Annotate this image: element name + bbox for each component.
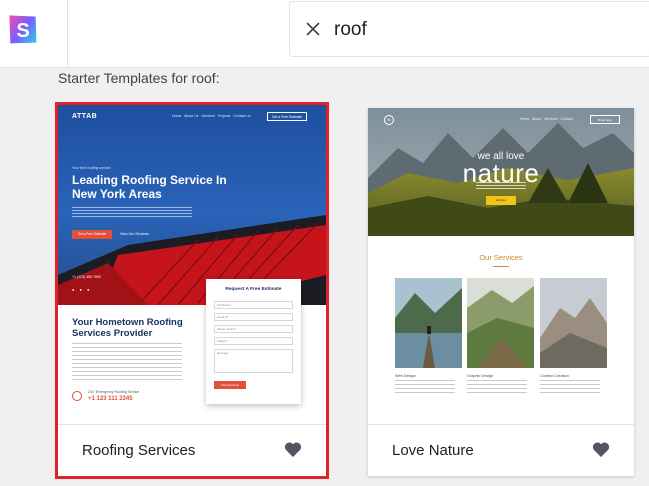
roofing-nav: ATTAB Home About Us Services Projects Co…: [72, 112, 312, 123]
service-image: [467, 278, 534, 368]
clear-search-icon[interactable]: [304, 20, 322, 38]
nav-link: Contact Us: [233, 114, 251, 118]
template-preview-nature[interactable]: N Home About Services Contact Book Now w…: [368, 108, 634, 424]
divider: [493, 266, 509, 267]
template-card-nature[interactable]: N Home About Services Contact Book Now w…: [368, 108, 634, 476]
roofing-phone-top: +1 (123) 456 7890: [72, 275, 101, 279]
service-image: [395, 278, 462, 368]
roofing-tagline: Your best roofing service: [72, 166, 111, 170]
roofing-cta-primary: Get a Free Estimate: [72, 230, 112, 239]
form-submit: Send Request: [214, 381, 246, 389]
nature-button: Explore: [486, 196, 516, 205]
nav-link: Services: [201, 114, 215, 118]
form-field: Full Name*: [214, 301, 293, 309]
roofing-headline: Leading Roofing Service In New York Area…: [72, 173, 227, 201]
nav-link: Contact: [560, 117, 573, 121]
search-input[interactable]: [334, 14, 634, 46]
roofing-section-title: Your Hometown Roofing Services Provider: [72, 317, 183, 339]
roofing-hero: ATTAB Home About Us Services Projects Co…: [58, 105, 326, 305]
svg-text:S: S: [16, 20, 29, 42]
roofing-section-text: [72, 343, 182, 383]
nature-nav-links: Home About Services Contact: [520, 117, 573, 121]
service-image-graphic-design: [467, 278, 534, 368]
heart-icon[interactable]: [284, 441, 302, 458]
form-field: Email ID*: [214, 313, 293, 321]
results-heading: Starter Templates for roof:: [58, 70, 220, 86]
card-footer: Love Nature: [368, 424, 634, 476]
service-image-content-creation: [540, 278, 607, 368]
social-icons: ● ● ●: [72, 287, 92, 292]
nav-link: About: [532, 117, 542, 121]
nav-link: Home: [520, 117, 530, 121]
nature-logo: N: [384, 115, 394, 125]
service-caption: Graphic Design: [467, 374, 494, 378]
roofing-nav-links: Home About Us Services Projects Contact …: [172, 114, 251, 118]
nature-subtext: [476, 182, 526, 190]
service-text: [467, 380, 527, 394]
form-field: Subject*: [214, 337, 293, 345]
card-title[interactable]: Love Nature: [392, 442, 474, 459]
roofing-intro-text: [72, 207, 192, 219]
card-footer: Roofing Services: [58, 424, 326, 476]
roofing-cta-secondary: View Our Services: [120, 232, 149, 236]
roofing-estimate-form: Request A Free Estimate Full Name* Email…: [206, 279, 301, 404]
nav-link: Home: [172, 114, 182, 118]
heart-icon[interactable]: [592, 441, 610, 458]
top-bar: S: [0, 0, 649, 68]
nav-link: Projects: [217, 114, 231, 118]
search-box: [289, 1, 649, 57]
form-field: Phone number*: [214, 325, 293, 333]
service-text: [395, 380, 455, 394]
service-image: [540, 278, 607, 368]
nature-nav: N Home About Services Contact Book Now: [384, 115, 620, 125]
roofing-nav-button: Get a Free Estimate: [267, 112, 307, 121]
app-logo-icon[interactable]: S: [3, 10, 43, 50]
service-text: [540, 380, 600, 394]
form-title: Request A Free Estimate: [225, 287, 282, 292]
template-preview-roofing[interactable]: ATTAB Home About Us Services Projects Co…: [58, 105, 326, 424]
service-caption: Web Design: [395, 374, 416, 378]
logo-cell: S: [0, 0, 68, 68]
nature-services-title: Our Services: [479, 253, 523, 262]
template-card-roofing[interactable]: ATTAB Home About Us Services Projects Co…: [55, 102, 329, 479]
service-caption: Content Creation: [540, 374, 569, 378]
nature-nav-button: Book Now: [590, 115, 620, 124]
roofing-call-label: 24/7 Emergency Roofing Service: [88, 390, 140, 394]
nav-link: Services: [544, 117, 558, 121]
form-message: Message: [214, 349, 293, 373]
roofing-brand: ATTAB: [72, 113, 98, 120]
roofing-call-number: +1 123 111 2345: [88, 396, 133, 402]
phone-icon: [72, 391, 82, 401]
service-image-web-design: [395, 278, 462, 368]
card-title[interactable]: Roofing Services: [82, 442, 195, 459]
nav-link: About Us: [184, 114, 199, 118]
